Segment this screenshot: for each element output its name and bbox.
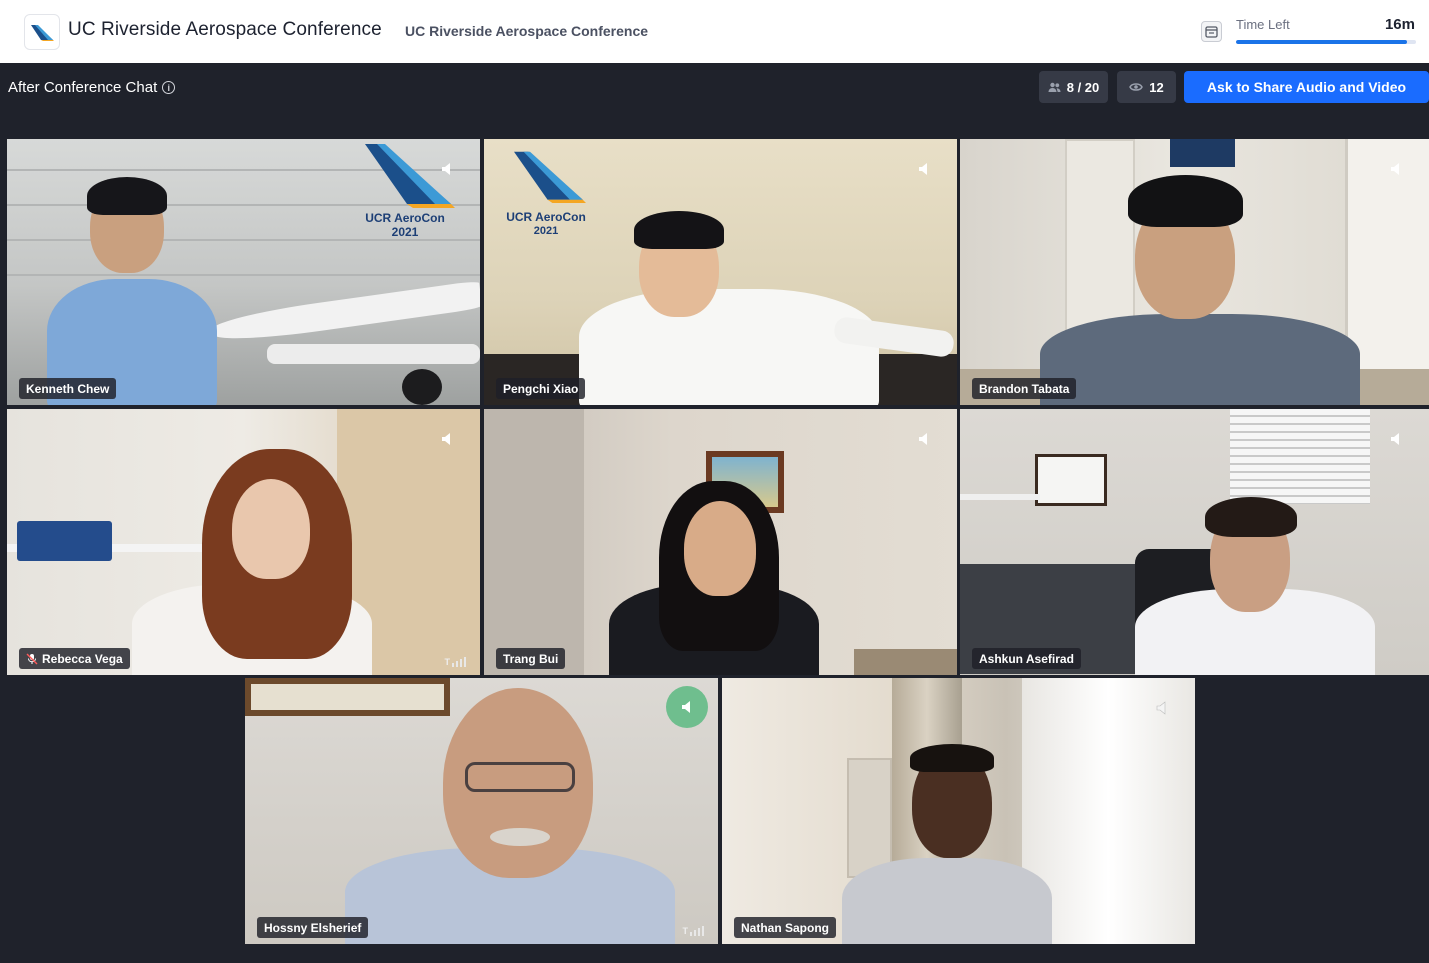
participant-name: Hossny Elsherief (264, 920, 362, 935)
time-left-label: Time Left (1236, 17, 1290, 32)
viewer-count-badge[interactable]: 12 (1117, 71, 1176, 103)
signal-strength-icon: T (683, 926, 704, 936)
time-left-progress-fill (1236, 40, 1407, 44)
aerocon-watermark: UCR AeroCon 2021 (345, 144, 465, 239)
aerocon-tail-logo-icon[interactable] (24, 14, 60, 50)
participant-name: Rebecca Vega (42, 651, 123, 666)
video-feed (960, 139, 1429, 405)
speaker-icon[interactable] (439, 431, 455, 447)
watermark-line1: UCR AeroCon (365, 211, 445, 225)
participant-name-tag: Kenneth Chew (19, 378, 117, 399)
video-tile[interactable]: Nathan Sapong (722, 678, 1195, 944)
speaker-active-icon[interactable] (666, 686, 708, 728)
watermark-line1: UCR AeroCon (506, 210, 586, 224)
participant-name-tag: Hossny Elsherief (257, 917, 369, 938)
video-feed (722, 678, 1195, 944)
participant-name: Nathan Sapong (741, 920, 830, 935)
time-left-value: 16m (1384, 16, 1415, 33)
participant-name: Brandon Tabata (979, 381, 1070, 396)
room-bar: After Conference Chat i 8 / 20 12 Ask to… (0, 63, 1429, 115)
participant-name: Pengchi Xiao (503, 381, 579, 396)
aerocon-watermark: UCR AeroCon 2021 (486, 149, 606, 238)
video-tile[interactable]: UCR AeroCon 2021 Kenneth Chew (7, 139, 480, 405)
event-subtitle: UC Riverside Aerospace Conference (405, 23, 649, 39)
video-tile[interactable]: Rebecca Vega T (7, 409, 480, 675)
info-icon[interactable]: i (162, 81, 176, 94)
mic-muted-icon (26, 653, 38, 664)
participant-count: 8 / 20 (1066, 79, 1100, 95)
video-tile[interactable]: Trang Bui (484, 409, 957, 675)
participant-name: Kenneth Chew (26, 381, 110, 396)
ask-to-share-button[interactable]: Ask to Share Audio and Video (1184, 71, 1429, 103)
participant-name-tag: Trang Bui (496, 648, 566, 669)
viewer-count: 12 (1149, 79, 1164, 95)
video-tile[interactable]: Hossny Elsherief T (245, 678, 718, 944)
app-title: UC Riverside Aerospace Conference (68, 19, 382, 40)
eye-icon (1129, 83, 1144, 91)
time-left-progress (1236, 40, 1416, 44)
watermark-line2: 2021 (533, 225, 559, 237)
video-feed (960, 409, 1429, 675)
aerocon-tail-logo-icon (514, 151, 586, 203)
speaker-icon[interactable] (1154, 700, 1170, 716)
aerocon-tail-logo-icon (365, 144, 455, 208)
video-feed (7, 409, 480, 675)
participant-count-badge[interactable]: 8 / 20 (1039, 71, 1108, 103)
video-feed (245, 678, 718, 944)
participant-name-tag: Nathan Sapong (734, 917, 837, 938)
watermark-line2: 2021 (391, 225, 419, 239)
video-tile[interactable]: Brandon Tabata (960, 139, 1429, 405)
calendar-icon[interactable] (1201, 21, 1222, 42)
signal-strength-icon: T (445, 657, 466, 667)
participant-name: Trang Bui (503, 651, 559, 666)
participant-name-tag: Brandon Tabata (972, 378, 1077, 399)
top-header: UC Riverside Aerospace Conference UC Riv… (0, 0, 1429, 63)
speaker-icon[interactable] (439, 161, 455, 177)
participant-name-tag: Rebecca Vega (19, 648, 130, 669)
video-tile[interactable]: UCR AeroCon 2021 Pengchi Xiao (484, 139, 957, 405)
video-tile[interactable]: Ashkun Asefirad (960, 409, 1429, 675)
people-icon (1048, 82, 1061, 92)
speaker-icon[interactable] (916, 161, 932, 177)
speaker-icon[interactable] (1388, 161, 1404, 177)
video-feed (484, 409, 957, 675)
participant-name: Ashkun Asefirad (979, 651, 1074, 666)
participant-name-tag: Ashkun Asefirad (972, 648, 1081, 669)
room-title: After Conference Chat i (8, 79, 176, 96)
speaker-icon[interactable] (916, 431, 932, 447)
speaker-icon[interactable] (1388, 431, 1404, 447)
participant-name-tag: Pengchi Xiao (496, 378, 586, 399)
room-title-text: After Conference Chat (8, 79, 158, 96)
